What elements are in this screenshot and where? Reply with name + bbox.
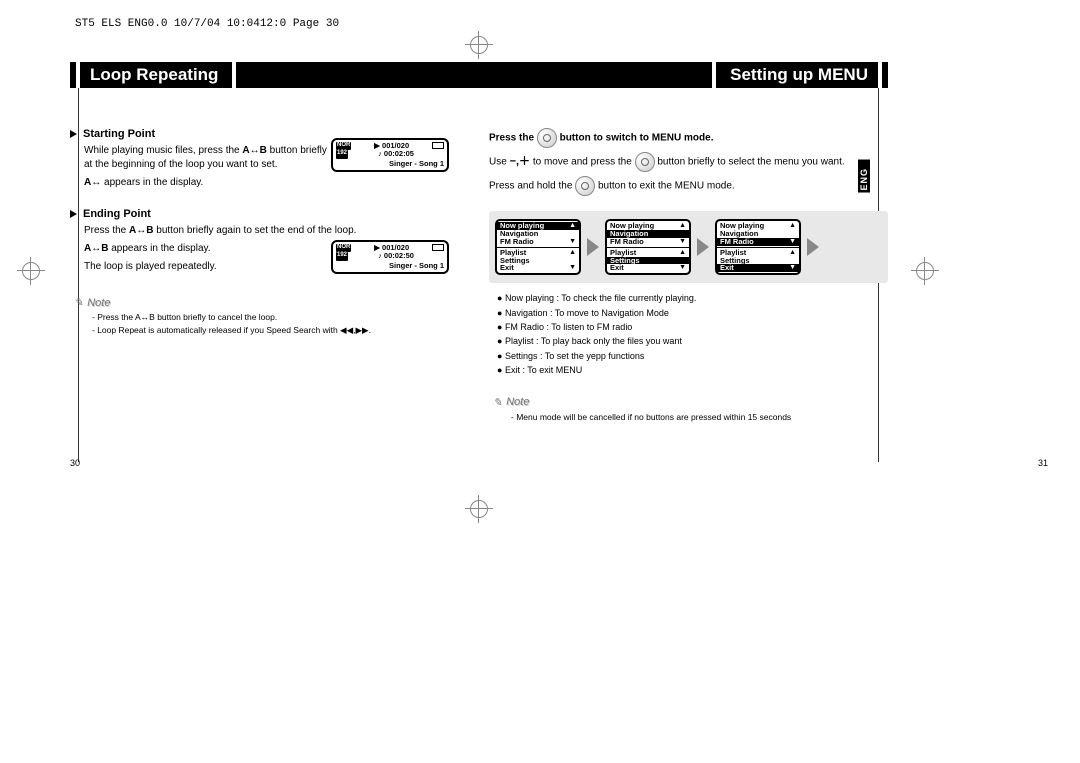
pencil-icon: ✎ (493, 396, 502, 409)
arrow-icon (697, 238, 709, 256)
lcd-screen-1: NOR▶ 001/020 192♪ 00:02:05 Singer - Song… (331, 138, 449, 172)
content-area: Loop Repeating Setting up MENU Starting … (70, 62, 888, 423)
title-left: Loop Repeating (80, 62, 232, 88)
mini-screen-2: Now playing▲ Navigation FM Radio▼ Playli… (605, 219, 691, 275)
mini-screen-3: Now playing▲ Navigation FM Radio▼ Playli… (715, 219, 801, 275)
note-heading-right: ✎ Note (493, 396, 888, 409)
menu-line3: Press and hold the button to exit the ME… (489, 176, 888, 196)
page-number-right: 31 (1038, 458, 1048, 468)
language-tab: ENG (858, 160, 870, 193)
note-body-left: - Press the A↔B button briefly to cancel… (92, 311, 449, 337)
triangle-icon (70, 130, 77, 138)
menu-button-icon (575, 176, 595, 196)
arrow-icon (807, 238, 819, 256)
menu-bullets: Now playing : To check the file currentl… (497, 291, 888, 377)
starting-point-body: NOR▶ 001/020 192♪ 00:02:05 Singer - Song… (70, 144, 449, 190)
print-header: ST5 ELS ENG0.0 10/7/04 10:0412:0 Page 30 (75, 18, 339, 30)
menu-button-icon (635, 152, 655, 172)
ending-point-body: Press the A↔B button briefly again to se… (70, 224, 449, 274)
title-bar: Loop Repeating Setting up MENU (70, 62, 888, 88)
page-number-left: 30 (70, 458, 80, 468)
menu-button-icon (537, 128, 557, 148)
triangle-icon (70, 210, 77, 218)
note-body-right: - Menu mode will be cancelled if no butt… (511, 411, 888, 424)
page-right: Press the button to switch to MENU mode.… (479, 128, 888, 423)
registration-mark-right (916, 262, 934, 280)
title-right: Setting up MENU (716, 62, 878, 88)
arrow-icon (587, 238, 599, 256)
menu-screens-strip: Now playing▲ Navigation FM Radio▼ Playli… (489, 211, 888, 283)
pencil-icon: ✎ (74, 296, 83, 309)
note-heading-left: ✎ Note (74, 296, 449, 309)
menu-line1: Press the button to switch to MENU mode. (489, 128, 888, 148)
ending-point-heading: Ending Point (70, 208, 449, 220)
menu-line2: Use −,＋ to move and press the button bri… (489, 152, 888, 172)
registration-mark-left (22, 262, 40, 280)
lcd-screen-2: NOR▶ 001/020 192♪ 00:02:50 Singer - Song… (331, 240, 449, 274)
registration-mark-top (470, 36, 488, 54)
mini-screen-1: Now playing▲ Navigation FM Radio▼ Playli… (495, 219, 581, 275)
registration-mark-bottom (470, 500, 488, 518)
page-left: Starting Point NOR▶ 001/020 192♪ 00:02:0… (70, 128, 479, 423)
